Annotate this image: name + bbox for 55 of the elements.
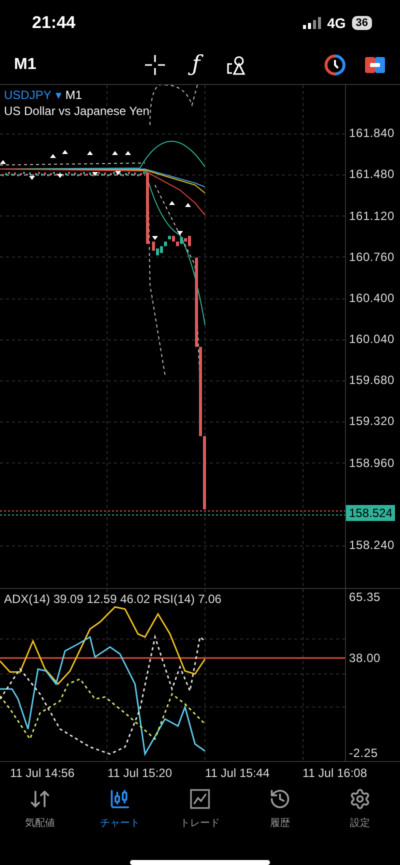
time-axis-label: 11 Jul 15:44	[205, 764, 270, 782]
current-price-tag: 158.524	[346, 504, 396, 521]
line-chart-icon	[189, 788, 211, 810]
price-axis-label: 160.040	[349, 331, 396, 348]
history-icon	[269, 788, 291, 810]
up-triangle-marker	[50, 154, 56, 158]
down-triangle-marker	[177, 230, 183, 235]
shapes-icon[interactable]	[226, 54, 246, 74]
price-axis-label: 161.840	[349, 125, 396, 142]
up-triangle-marker	[185, 202, 191, 207]
up-triangle-marker	[62, 150, 68, 154]
time-axis-label: 11 Jul 14:56	[10, 764, 76, 782]
nav-tab[interactable]: トレード	[160, 788, 240, 838]
price-axis-label: 161.120	[349, 208, 396, 225]
symbol-description: US Dollar vs Japanese Yen	[4, 104, 150, 118]
clock-icon[interactable]	[324, 54, 346, 76]
nav-tab[interactable]: 履歴	[240, 788, 320, 838]
network-label: 4G	[327, 14, 346, 31]
battery-indicator: 36	[352, 16, 372, 30]
nav-tab[interactable]: チャート	[80, 788, 160, 838]
indicator-axis-label: 38.00	[349, 650, 382, 666]
nav-tab[interactable]: 設定	[320, 788, 400, 838]
symbol-label[interactable]: USDJPY	[4, 88, 52, 102]
price-axis-label: 160.400	[349, 290, 396, 307]
down-triangle-marker	[92, 172, 98, 176]
price-axis-label: 159.680	[349, 372, 396, 390]
down-triangle-marker	[29, 176, 35, 180]
down-triangle-marker	[152, 236, 158, 240]
up-triangle-marker	[169, 200, 175, 205]
candlestick-icon	[109, 788, 131, 810]
settings-icon	[349, 788, 371, 810]
up-triangle-marker	[125, 150, 131, 155]
price-axis-label: 159.320	[349, 413, 396, 430]
indicator-header: ADX(14) 39.09 12.59 46.02 RSI(14) 7.06	[4, 592, 222, 606]
up-triangle-marker	[87, 150, 93, 155]
down-triangle-marker	[115, 170, 121, 175]
time-axis-label: 11 Jul 15:20	[108, 764, 173, 782]
period-label: M1	[65, 88, 82, 102]
time-axis-label: 11 Jul 16:08	[302, 764, 368, 782]
clock: 21:44	[32, 12, 76, 33]
down-triangle-marker	[57, 174, 63, 178]
price-axis-label: 160.760	[349, 248, 396, 266]
up-triangle-marker	[112, 150, 118, 155]
signal-icon	[303, 16, 322, 29]
indicator-axis-label: 65.35	[349, 588, 382, 605]
arrows-icon	[29, 788, 51, 810]
indicator-axis-label: -2.25	[349, 744, 379, 761]
price-axis-label: 161.480	[349, 166, 396, 184]
up-triangle-marker	[0, 160, 6, 164]
nav-tab[interactable]: 気配値	[0, 788, 80, 838]
price-axis-label: 158.960	[349, 454, 396, 472]
price-axis-label: 158.240	[349, 536, 396, 554]
caret-icon[interactable]: ▾	[55, 88, 62, 102]
timeframe-button[interactable]: M1	[14, 56, 144, 74]
crosshair-icon[interactable]	[144, 54, 166, 76]
